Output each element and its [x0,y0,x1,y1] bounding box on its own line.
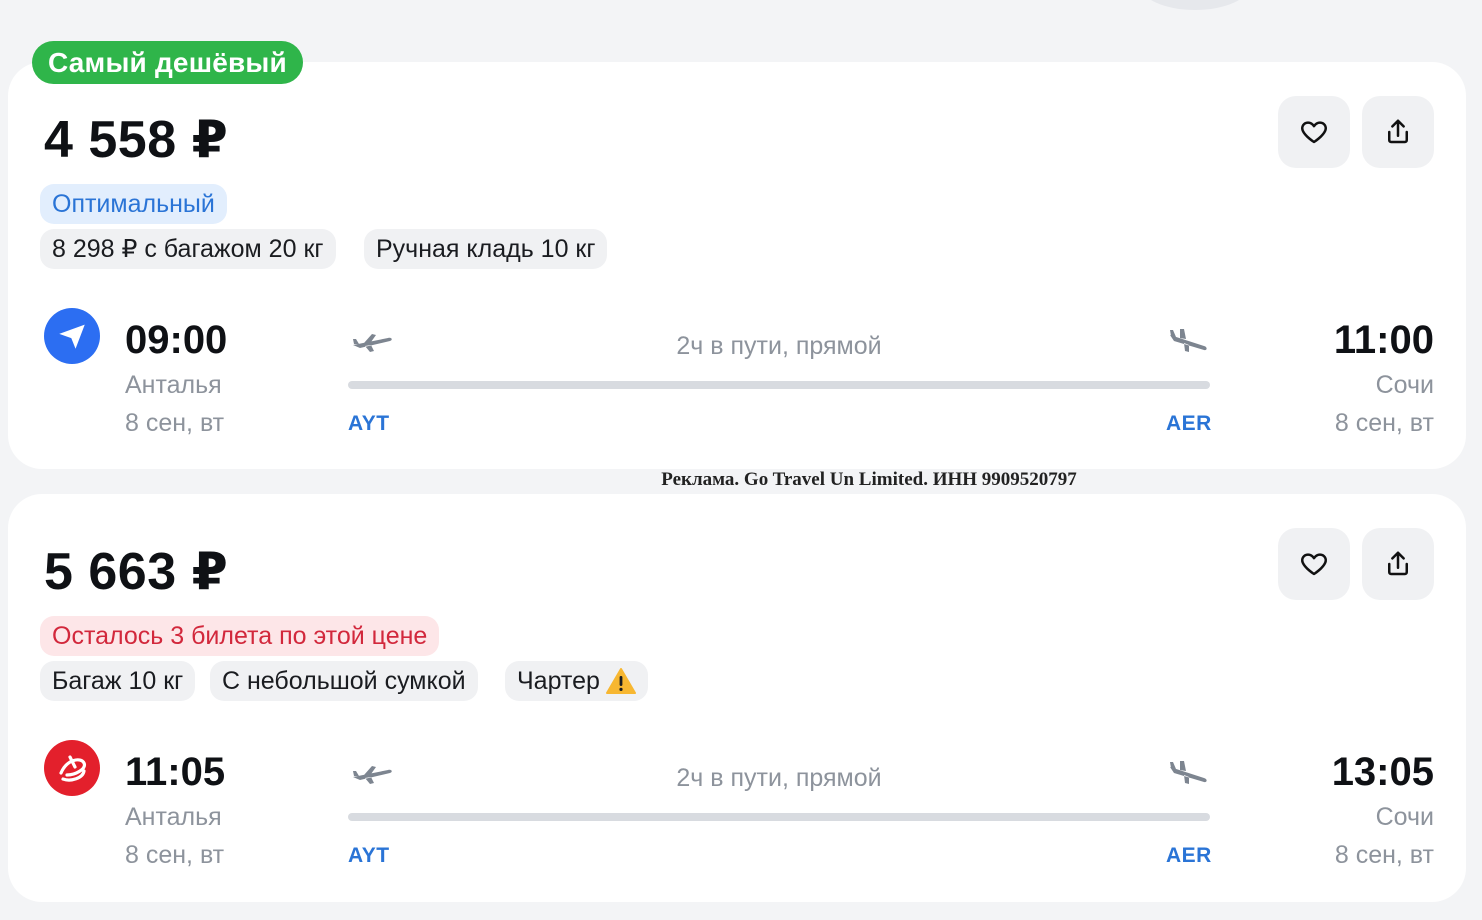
flight-card-1[interactable]: 4 558 ₽ Оптимальный 8 298 ₽ с багажом 20… [8,62,1466,469]
heart-icon [1301,553,1327,576]
departure-date: 8 сен, вт [125,409,225,437]
baggage-upgrade-chip[interactable]: 8 298 ₽ с багажом 20 кг [40,229,336,269]
baggage-chip: Багаж 10 кг [40,661,196,701]
flight-duration: 2ч в пути, прямой [676,764,882,792]
arrival-date: 8 сен, вт [1334,841,1434,869]
price: 5 663 ₽ [44,543,229,601]
favorite-button[interactable] [1278,528,1350,600]
small-bag-chip: С небольшой сумкой [210,661,478,701]
arrival-time: 11:00 [1333,318,1434,362]
share-button[interactable] [1362,96,1434,168]
arrival-time: 13:05 [1331,750,1434,794]
heart-icon [1301,121,1327,144]
flight-duration: 2ч в пути, прямой [676,332,882,360]
favorite-button[interactable] [1278,96,1350,168]
departure-time: 09:00 [125,318,228,362]
landing-icon [1170,329,1207,352]
arrival-airport-code: AER [1166,412,1212,435]
share-button[interactable] [1362,528,1434,600]
share-icon [1388,119,1408,144]
departure-city: Анталья [125,803,222,831]
landing-icon [1170,761,1207,784]
arrival-city: Сочи [1375,803,1434,831]
arrival-date: 8 сен, вт [1334,409,1434,437]
hand-luggage-chip: Ручная кладь 10 кг [364,229,608,269]
swirl-logo-icon [59,755,87,782]
top-decoration [1140,0,1250,10]
flight-card-2[interactable]: 5 663 ₽ Осталось 3 билета по этой цене Б… [8,494,1466,902]
airline-logo [44,740,100,796]
tariff-tag[interactable]: Оптимальный [40,184,227,224]
warning-icon [605,668,636,694]
departure-airport-code: AYT [348,844,390,867]
share-icon [1388,551,1408,576]
cheapest-badge: Самый дешёвый [32,41,303,84]
departure-city: Анталья [125,371,222,399]
charter-chip[interactable]: Чартер [505,661,648,701]
price: 4 558 ₽ [44,111,229,169]
route-line [348,813,1210,821]
departure-time: 11:05 [125,750,226,794]
airline-logo [44,308,100,364]
seats-left-tag: Осталось 3 билета по этой цене [40,616,440,656]
charter-label: Чартер [517,667,600,695]
route-line [348,381,1210,389]
paper-plane-icon [59,324,85,349]
departure-airport-code: AYT [348,412,390,435]
departure-date: 8 сен, вт [125,841,225,869]
arrival-airport-code: AER [1166,844,1212,867]
ad-disclaimer: Реклама. Go Travel Un Limited. ИНН 99095… [661,469,1077,490]
arrival-city: Сочи [1375,371,1434,399]
